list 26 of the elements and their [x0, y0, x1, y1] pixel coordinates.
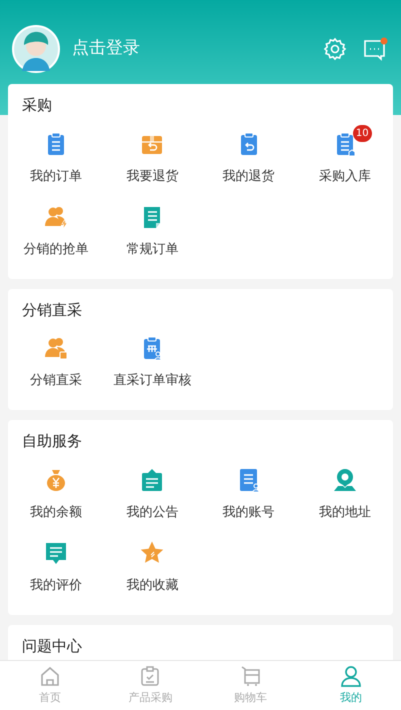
menu-item[interactable]: 我的订单	[8, 126, 104, 200]
section-title: 采购	[21, 95, 53, 116]
section-title: 问题中心	[21, 636, 83, 656]
avatar[interactable]	[12, 25, 60, 73]
menu-item[interactable]: 我的评价	[8, 536, 104, 608]
menu-item[interactable]: 我要退货	[104, 126, 200, 200]
menu-item[interactable]: 常规订单	[104, 200, 200, 272]
menu-item[interactable]: 直采订单审核	[104, 331, 200, 404]
menu-item[interactable]: 我的余额	[8, 462, 104, 536]
menu-item[interactable]: 分销直采	[8, 331, 104, 404]
menu-item[interactable]: 我的退货	[200, 126, 297, 200]
menu-item[interactable]: 分销的抢单	[8, 200, 104, 272]
message-icon[interactable]	[363, 37, 389, 61]
user-icon	[338, 664, 363, 688]
location-pin-icon	[332, 466, 358, 492]
count-badge: 10	[352, 124, 372, 142]
menu-item[interactable]: 我的账号	[200, 462, 297, 536]
menu-item[interactable]: 我的公告	[104, 462, 200, 536]
people-icon	[43, 335, 70, 361]
menu-item[interactable]: 我的地址	[296, 462, 393, 536]
settings-icon[interactable]	[323, 37, 347, 61]
menu-item[interactable]: 我的收藏	[104, 536, 200, 608]
star-icon	[139, 540, 166, 566]
menu-item[interactable]: 采购入库 10	[296, 126, 393, 200]
section-title: 分销直采	[21, 300, 83, 320]
section-title: 自助服务	[21, 431, 83, 452]
